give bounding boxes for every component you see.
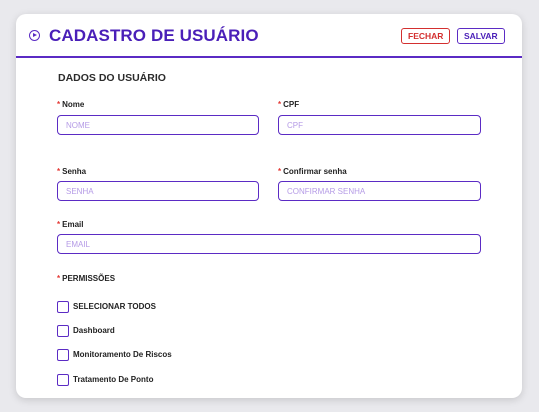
required-mark: *	[57, 274, 61, 283]
checkbox-label: SELECIONAR TODOS	[73, 302, 156, 311]
email-label: * Email	[57, 220, 83, 229]
checkbox-label: Dashboard	[73, 326, 115, 335]
email-input[interactable]	[57, 234, 481, 254]
senha-label-text: Senha	[62, 167, 87, 176]
confirmar-senha-label-text: Confirmar senha	[283, 167, 347, 176]
cpf-input[interactable]	[278, 115, 481, 135]
nome-input[interactable]	[57, 115, 259, 135]
required-mark: *	[57, 100, 61, 109]
permissions-label-text: PERMISSÕES	[62, 274, 116, 283]
required-mark: *	[278, 167, 282, 176]
checkbox[interactable]	[57, 325, 69, 337]
close-button[interactable]: FECHAR	[401, 28, 451, 44]
cpf-label-text: CPF	[283, 100, 300, 109]
nome-label: * Nome	[57, 100, 84, 109]
card-header: CADASTRO DE USUÁRIO FECHAR SALVAR	[16, 14, 522, 58]
confirmar-senha-input[interactable]	[278, 181, 481, 201]
checkbox[interactable]	[57, 349, 69, 361]
save-button[interactable]: SALVAR	[457, 28, 505, 44]
chevron-circle-icon[interactable]	[29, 30, 40, 41]
senha-label: * Senha	[57, 167, 86, 176]
checkbox-label: Tratamento De Ponto	[73, 375, 154, 384]
section-title: DADOS DO USUÁRIO	[58, 72, 166, 84]
checkbox-label: Monitoramento De Riscos	[73, 350, 172, 359]
cpf-label: * CPF	[278, 100, 299, 109]
nome-label-text: Nome	[62, 100, 85, 109]
senha-input[interactable]	[57, 181, 259, 201]
checkbox[interactable]	[57, 374, 69, 386]
permissions-label: * PERMISSÕES	[57, 274, 115, 283]
page-title: CADASTRO DE USUÁRIO	[49, 26, 259, 45]
required-mark: *	[278, 100, 282, 109]
checkbox[interactable]	[57, 301, 69, 313]
email-label-text: Email	[62, 220, 84, 229]
required-mark: *	[57, 167, 61, 176]
confirmar-senha-label: * Confirmar senha	[278, 167, 347, 176]
required-mark: *	[57, 220, 61, 229]
user-registration-card: CADASTRO DE USUÁRIO FECHAR SALVAR DADOS …	[16, 14, 522, 398]
